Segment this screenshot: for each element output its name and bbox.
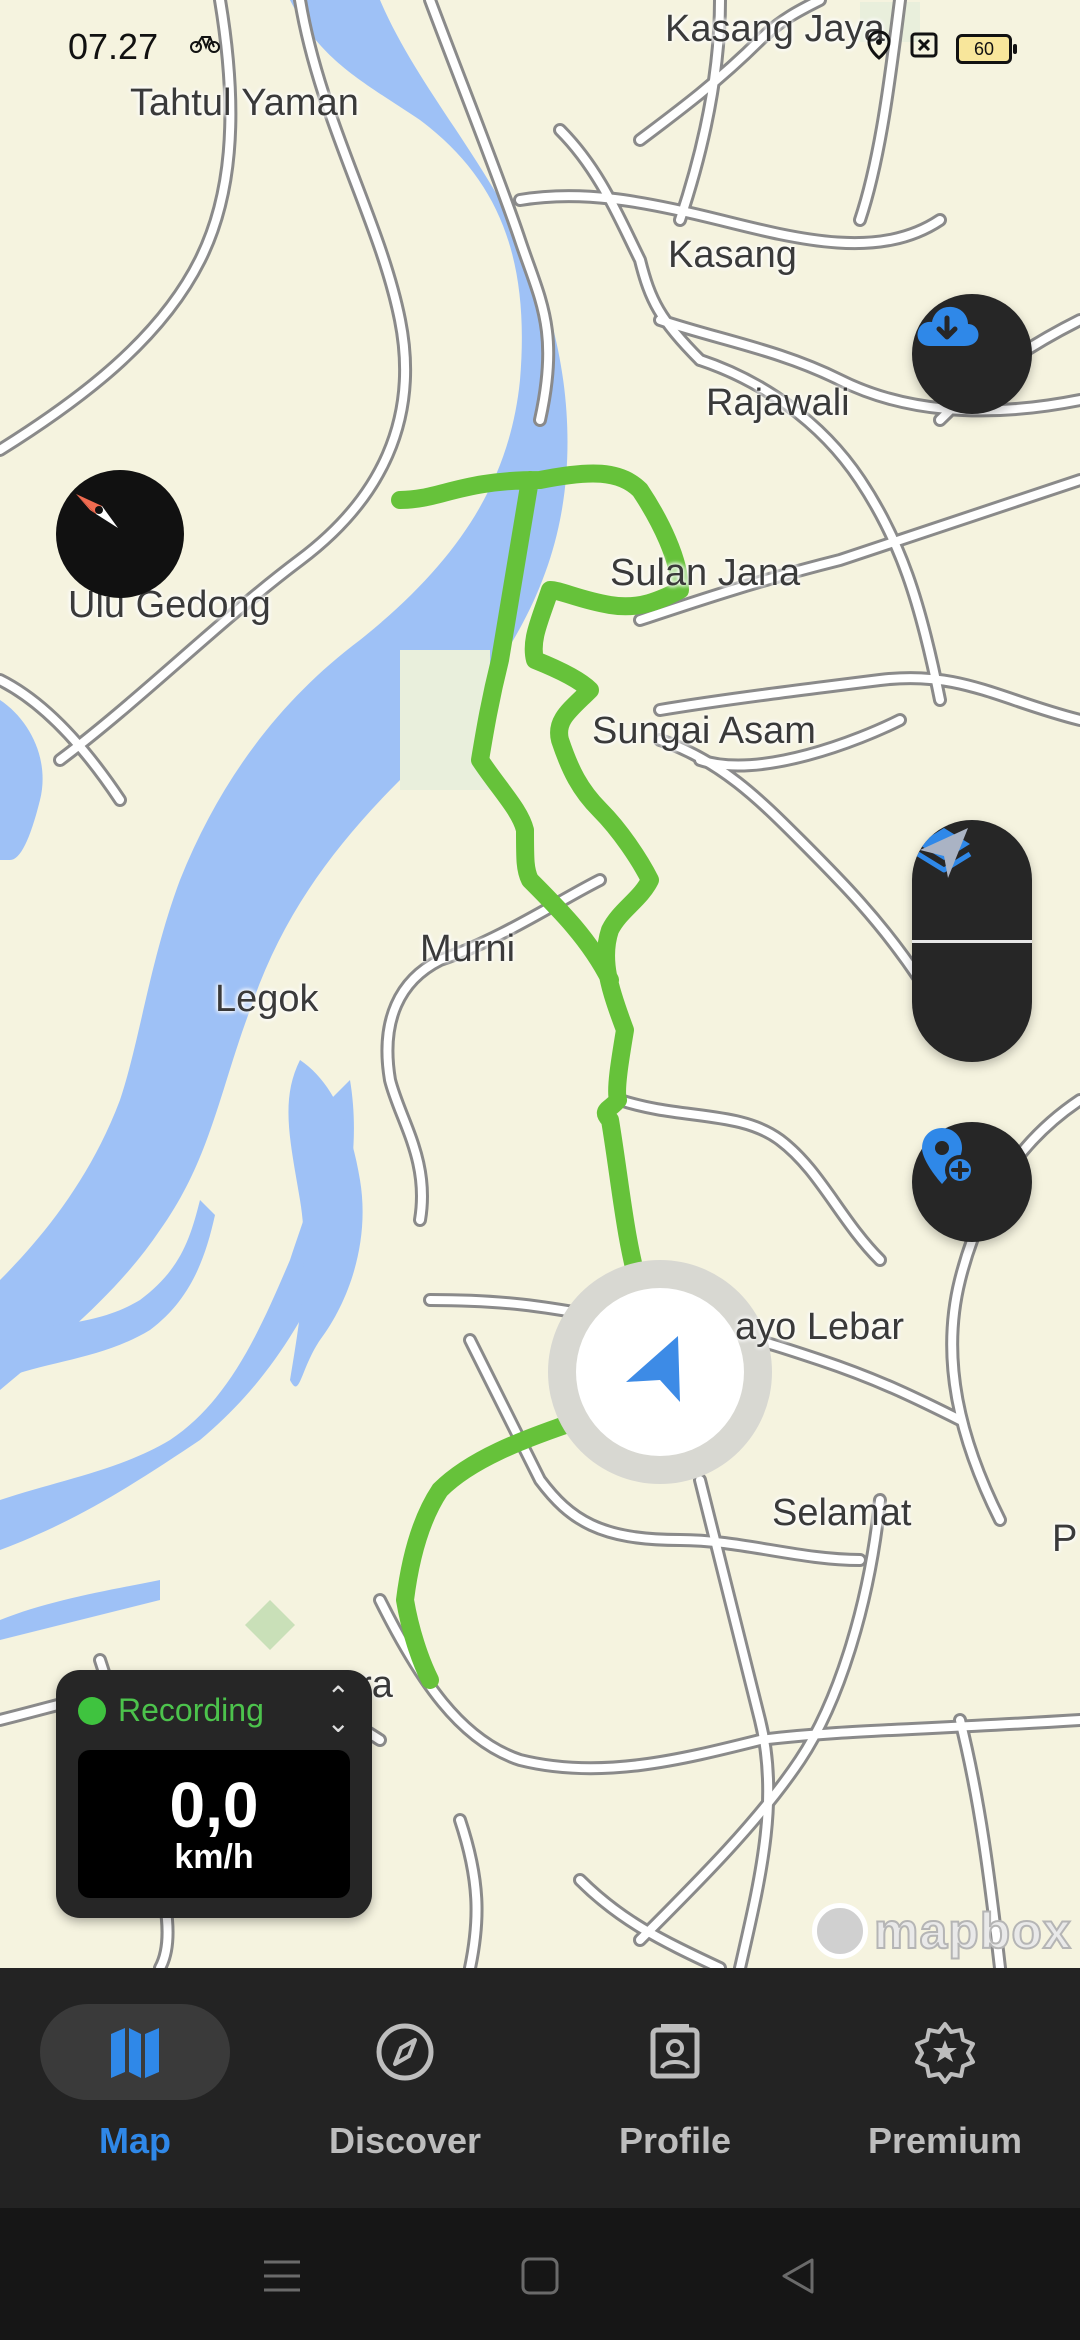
add-location-pin-icon <box>922 1128 975 1185</box>
navigation-arrow-icon <box>920 828 968 878</box>
recording-status: Recording <box>78 1692 264 1729</box>
speed-unit: km/h <box>174 1838 254 1876</box>
recording-label: Recording <box>118 1692 264 1728</box>
status-icons: 60 <box>866 30 1017 67</box>
pond-left <box>0 700 43 860</box>
place-label: ayo Lebar <box>735 1306 905 1348</box>
speed-value: 0,0 <box>169 1769 259 1841</box>
place-label: Selamat <box>772 1492 912 1534</box>
recording-indicator <box>78 1696 106 1725</box>
place-label: P <box>1052 1518 1078 1560</box>
offline-maps-button[interactable] <box>912 294 1032 414</box>
place-label: Murni <box>420 928 516 970</box>
mapbox-attribution: mapbox <box>873 1902 1072 1960</box>
speed-display: 0,0 km/h <box>78 1750 350 1898</box>
nav-item-discover[interactable]: Discover <box>305 2004 505 2162</box>
place-label: Legok <box>215 978 319 1020</box>
cloud-download-icon <box>917 306 979 346</box>
nav-item-profile[interactable]: Profile <box>575 2004 775 2162</box>
add-location-button[interactable] <box>912 1122 1032 1242</box>
back-icon[interactable] <box>768 2246 828 2306</box>
nav-icon-container <box>40 2004 230 2100</box>
bottom-nav: Map Discover Profile Premium <box>0 1968 1080 2208</box>
river-tail <box>0 1580 160 1640</box>
map-view[interactable]: Kasang Jaya Tahtul Yaman Kasang Rajawali… <box>0 0 1080 1968</box>
status-bar: 07.27 60 <box>0 0 1080 100</box>
premium-badge-icon <box>915 2022 975 2084</box>
nav-label: Profile <box>618 2120 732 2161</box>
x-box-icon <box>910 32 938 65</box>
place-label: Rajawali <box>706 382 850 424</box>
compass-icon <box>376 2023 434 2081</box>
profile-card-icon <box>650 2024 700 2079</box>
nav-item-map[interactable]: Map <box>35 2004 235 2162</box>
nav-label: Premium <box>867 2120 1023 2161</box>
menu-icon[interactable] <box>252 2246 312 2306</box>
place-label: Sungai Asam <box>592 710 816 752</box>
system-nav-bar <box>0 2208 1080 2340</box>
mapbox-logo[interactable]: mapbox <box>812 1902 1072 1960</box>
status-time: 07.27 <box>68 26 159 67</box>
nav-item-premium[interactable]: Premium <box>845 2004 1045 2162</box>
compass-button[interactable] <box>56 470 184 598</box>
compass-needle-icon <box>76 494 118 528</box>
map-icon <box>111 2028 159 2078</box>
nav-label: Map <box>99 2120 171 2161</box>
park-3 <box>245 1600 295 1650</box>
nav-label: Discover <box>328 2120 482 2161</box>
map-controls-group <box>912 820 1032 1062</box>
mapbox-logo-icon <box>812 1903 868 1959</box>
locate-button[interactable] <box>912 828 1032 1062</box>
location-pin-icon <box>866 30 892 67</box>
place-label: Sulan Jana <box>610 552 801 594</box>
nav-icon-container <box>580 2004 770 2100</box>
recording-widget[interactable]: Recording ⌃ ⌄ 0,0 km/h <box>56 1670 372 1918</box>
nav-icon-container <box>310 2004 500 2100</box>
bike-icon <box>190 30 220 61</box>
expand-collapse-icon[interactable]: ⌃ ⌄ <box>327 1683 350 1737</box>
nav-icon-container <box>850 2004 1040 2100</box>
place-label: Kasang <box>668 234 797 276</box>
home-icon[interactable] <box>510 2246 570 2306</box>
battery-icon: 60 <box>956 33 1017 64</box>
